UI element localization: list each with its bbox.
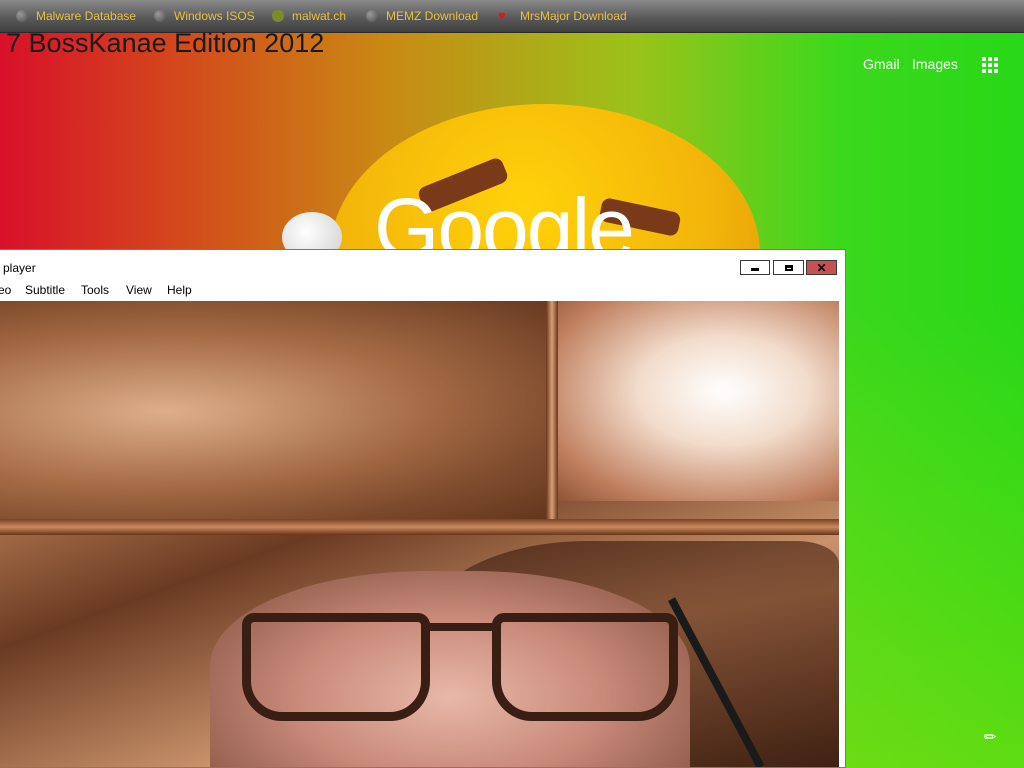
video-smoke-right [550, 301, 839, 501]
bug-icon [272, 10, 284, 22]
globe-icon [154, 10, 166, 22]
globe-icon [366, 10, 378, 22]
globe-icon [16, 10, 28, 22]
maximize-button[interactable] [773, 260, 804, 275]
media-player-window[interactable]: player ✕ eo Subtitle Tools View Help [0, 249, 846, 768]
video-beam [0, 519, 839, 535]
close-icon: ✕ [816, 260, 827, 275]
minimize-icon [751, 268, 759, 271]
apps-grid-icon[interactable] [982, 57, 998, 73]
glasses-bridge [425, 623, 497, 631]
bookmark-label: malwat.ch [292, 9, 347, 23]
video-area[interactable] [0, 301, 839, 767]
minimize-button[interactable] [740, 260, 770, 275]
page-title: 7 BossKanae Edition 2012 [6, 28, 325, 58]
menu-view[interactable]: View [126, 283, 152, 297]
bookmark-label: MEMZ Download [386, 9, 479, 23]
video-smoke-left [0, 301, 550, 521]
bookmark-windows-isos[interactable]: Windows ISOS [154, 8, 255, 24]
bookmark-memz-download[interactable]: MEMZ Download [366, 8, 478, 24]
bookmark-mrsmajor-download[interactable]: ♥ MrsMajor Download [498, 8, 627, 24]
bookmark-malwatch[interactable]: malwat.ch [272, 8, 346, 24]
menu-help[interactable]: Help [167, 283, 192, 297]
video-post [546, 301, 558, 526]
images-link[interactable]: Images [912, 56, 958, 72]
maximize-icon [784, 264, 793, 271]
window-title: player [3, 261, 36, 275]
menu-subtitle[interactable]: Subtitle [25, 283, 65, 297]
menu-video[interactable]: eo [0, 283, 11, 297]
close-button[interactable]: ✕ [806, 260, 837, 275]
menu-tools[interactable]: Tools [81, 283, 109, 297]
bookmark-malware-database[interactable]: Malware Database [16, 8, 136, 24]
bookmark-label: MrsMajor Download [520, 9, 627, 23]
bookmark-label: Windows ISOS [174, 9, 255, 23]
heart-icon: ♥ [498, 8, 506, 23]
glasses-lens-right [492, 613, 678, 721]
glasses-lens-left [242, 613, 430, 721]
gmail-link[interactable]: Gmail [863, 56, 900, 72]
bookmark-label: Malware Database [36, 9, 137, 23]
